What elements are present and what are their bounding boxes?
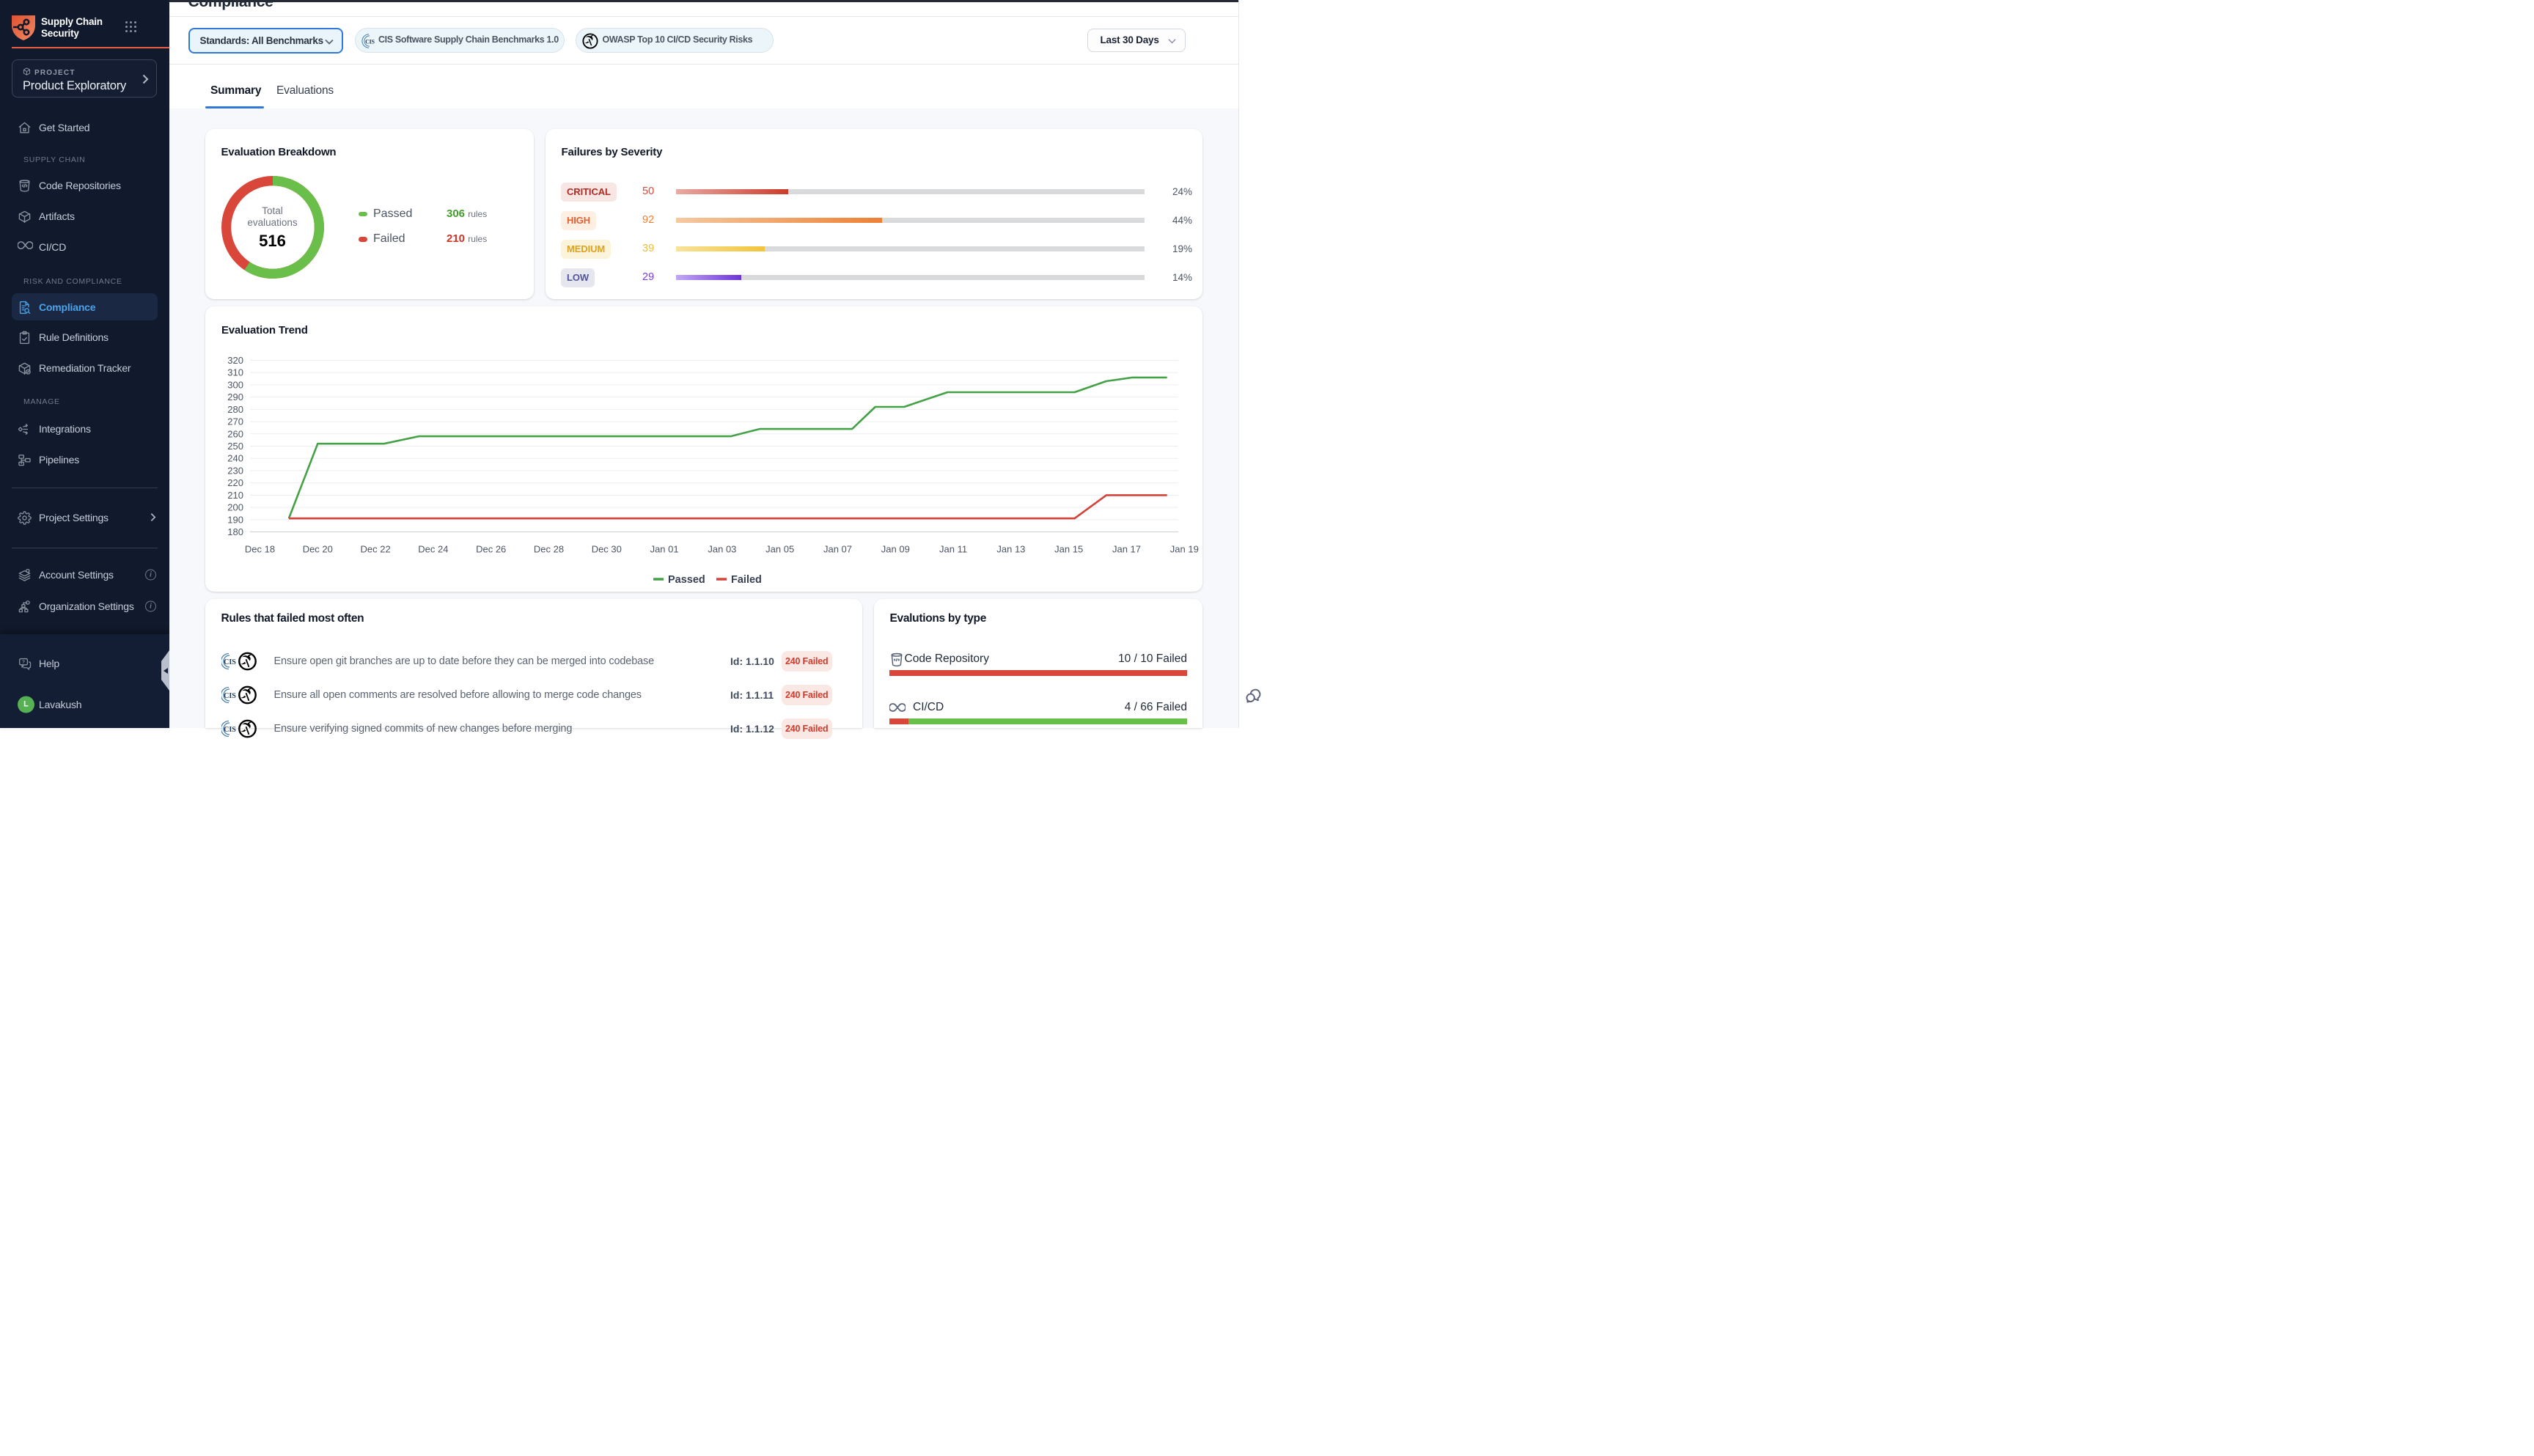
svg-text:Dec 18: Dec 18 — [245, 544, 275, 555]
svg-text:200: 200 — [227, 502, 243, 513]
svg-text:CIS: CIS — [224, 658, 236, 666]
svg-text:Jan 15: Jan 15 — [1054, 544, 1083, 555]
svg-text:Jan 01: Jan 01 — [650, 544, 679, 555]
svg-text:Jan 19: Jan 19 — [1170, 544, 1199, 555]
svg-text:270: 270 — [227, 416, 243, 427]
svg-text:290: 290 — [227, 391, 243, 402]
svg-text:Passed: Passed — [668, 574, 705, 586]
svg-text:220: 220 — [227, 477, 243, 488]
svg-text:240: 240 — [227, 453, 243, 464]
svg-text:230: 230 — [227, 465, 243, 476]
svg-text:Jan 13: Jan 13 — [996, 544, 1025, 555]
svg-text:Dec 22: Dec 22 — [360, 544, 390, 555]
svg-text:Failed: Failed — [731, 574, 762, 586]
svg-text:190: 190 — [227, 514, 243, 525]
svg-text:Dec 26: Dec 26 — [476, 544, 506, 555]
svg-text:260: 260 — [227, 428, 243, 439]
svg-text:250: 250 — [227, 441, 243, 452]
svg-text:300: 300 — [227, 379, 243, 390]
svg-text:CIS: CIS — [224, 726, 236, 734]
svg-text:CIS: CIS — [224, 692, 236, 700]
svg-text:Jan 03: Jan 03 — [708, 544, 736, 555]
svg-text:Dec 24: Dec 24 — [418, 544, 448, 555]
svg-text:Dec 28: Dec 28 — [534, 544, 564, 555]
svg-text:Jan 09: Jan 09 — [881, 544, 910, 555]
svg-text:310: 310 — [227, 367, 243, 378]
svg-text:Jan 05: Jan 05 — [765, 544, 794, 555]
svg-text:Jan 11: Jan 11 — [939, 544, 967, 555]
svg-text:320: 320 — [227, 355, 243, 366]
svg-text:210: 210 — [227, 490, 243, 501]
svg-text:Jan 07: Jan 07 — [823, 544, 852, 555]
svg-text:CIS: CIS — [365, 38, 375, 45]
svg-text:Dec 30: Dec 30 — [592, 544, 622, 555]
svg-text:Dec 20: Dec 20 — [303, 544, 333, 555]
svg-text:180: 180 — [227, 526, 243, 537]
svg-text:Jan 17: Jan 17 — [1112, 544, 1141, 555]
svg-text:280: 280 — [227, 404, 243, 415]
svg-text:?: ? — [22, 660, 25, 665]
